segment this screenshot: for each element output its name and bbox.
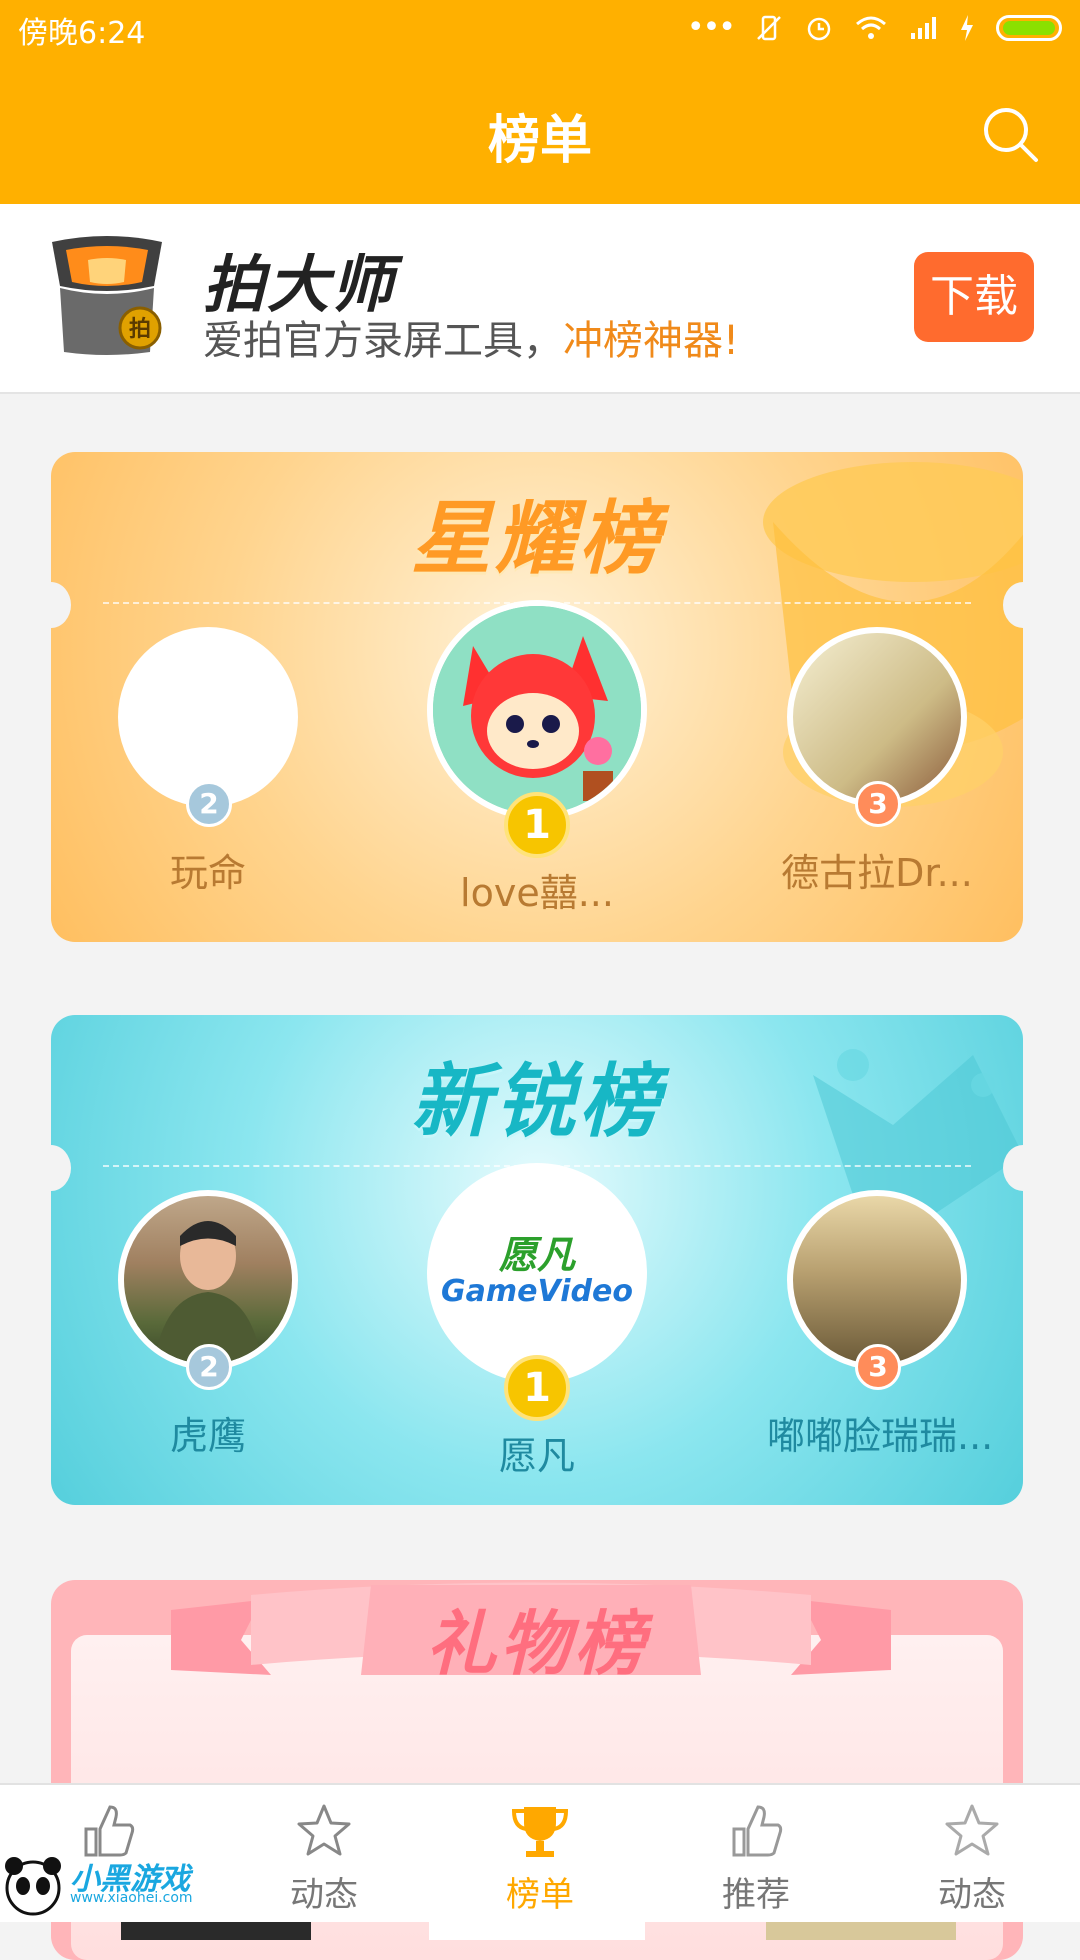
avatar [118, 627, 298, 807]
rank-badge: 3 [855, 1344, 901, 1390]
rank-entry-3[interactable]: 3 嘟嘟脸瑞瑞... [767, 1190, 994, 1490]
promo-desc-main: 爱拍官方录屏工具， [203, 318, 563, 364]
status-icons: ••• [687, 10, 1062, 45]
svg-text:拍: 拍 [129, 316, 151, 342]
tab-recommend[interactable]: 推荐 [648, 1785, 864, 1922]
board-title: 新锐榜 [411, 1055, 663, 1148]
rank-entry-2[interactable]: 2 虎鹰 [98, 1190, 318, 1490]
trophy-icon [511, 1807, 569, 1857]
rank-entry-1[interactable]: 愿凡 GameVideo 1 愿凡 [427, 1163, 647, 1493]
rank-badge: 3 [855, 781, 901, 827]
rank-badge: 1 [504, 1355, 570, 1421]
rank-badge: 1 [504, 792, 570, 858]
panda-icon [5, 1857, 61, 1916]
page-title: 榜单 [487, 111, 592, 171]
user-name: 愿凡 [498, 1434, 575, 1478]
download-button[interactable]: 下载 [914, 252, 1034, 342]
board-card-new[interactable]: 新锐榜 2 虎鹰 愿凡 GameVideo 1 愿凡 3 嘟嘟脸瑞瑞... [51, 1015, 1023, 1505]
user-name: love囍... [460, 871, 614, 915]
user-name: 玩命 [169, 851, 246, 895]
status-time: 傍晚6:24 [18, 16, 146, 51]
board-card-star[interactable]: 星耀榜 2 玩命 1 love囍... 3 德古拉Dr... [51, 452, 1023, 942]
avatar: 愿凡 GameVideo [427, 1163, 647, 1383]
more-dots-icon: ••• [686, 10, 736, 45]
app-logo-icon: 拍 [52, 236, 162, 355]
tab-label: 动态 [938, 1875, 1006, 1915]
rank-entry-3[interactable]: 3 德古拉Dr... [767, 627, 987, 927]
avatar [427, 600, 647, 820]
avatar [787, 1190, 967, 1370]
watermark-url: www.xiaohei.com [70, 1890, 193, 1906]
gamevideo-logo-top: 愿凡 [498, 1233, 575, 1277]
rank-entry-2[interactable]: 2 玩命 [98, 627, 318, 927]
cartoon-fox-image [433, 606, 641, 814]
vibrate-icon [757, 15, 781, 40]
top-bar: 榜单 [0, 60, 1080, 204]
signal-icon [911, 16, 936, 39]
board-title: 星耀榜 [411, 492, 663, 585]
avatar [787, 627, 967, 807]
rank-entry-1[interactable]: 1 love囍... [427, 600, 647, 930]
tab-label: 推荐 [722, 1875, 790, 1915]
battery-icon [996, 14, 1062, 41]
star-icon [297, 1804, 351, 1856]
search-icon[interactable] [978, 102, 1044, 168]
rank-badge: 2 [186, 1344, 232, 1390]
person-photo [154, 1221, 262, 1364]
promo-desc-highlight: 冲榜神器! [563, 318, 740, 364]
tab-ranking[interactable]: 榜单 [432, 1785, 648, 1922]
gamevideo-logo-bottom: GameVideo [441, 1274, 633, 1309]
user-name: 嘟嘟脸瑞瑞... [767, 1414, 994, 1458]
promo-banner[interactable]: 拍 拍大师 爱拍官方录屏工具，冲榜神器! 下载 [0, 204, 1080, 394]
tab-label: 动态 [290, 1875, 358, 1915]
status-bar: 傍晚6:24 ••• [0, 0, 1080, 60]
watermark: 小黑游戏 www.xiaohei.com [0, 1850, 200, 1920]
thumbs-up-icon [732, 1805, 783, 1857]
alarm-icon [807, 17, 831, 40]
board-title: 礼物榜 [426, 1603, 648, 1685]
wifi-icon [856, 16, 886, 39]
user-name: 德古拉Dr... [781, 851, 973, 895]
tab-feed-2[interactable]: 动态 [864, 1785, 1080, 1922]
star-icon [945, 1804, 999, 1856]
avatar [118, 1190, 298, 1370]
charging-icon [961, 14, 973, 41]
tab-feed[interactable]: 动态 [216, 1785, 432, 1922]
rank-badge: 2 [186, 781, 232, 827]
tab-label: 榜单 [506, 1875, 574, 1915]
promo-description: 爱拍官方录屏工具，冲榜神器! [203, 308, 739, 366]
user-name: 虎鹰 [169, 1414, 246, 1458]
